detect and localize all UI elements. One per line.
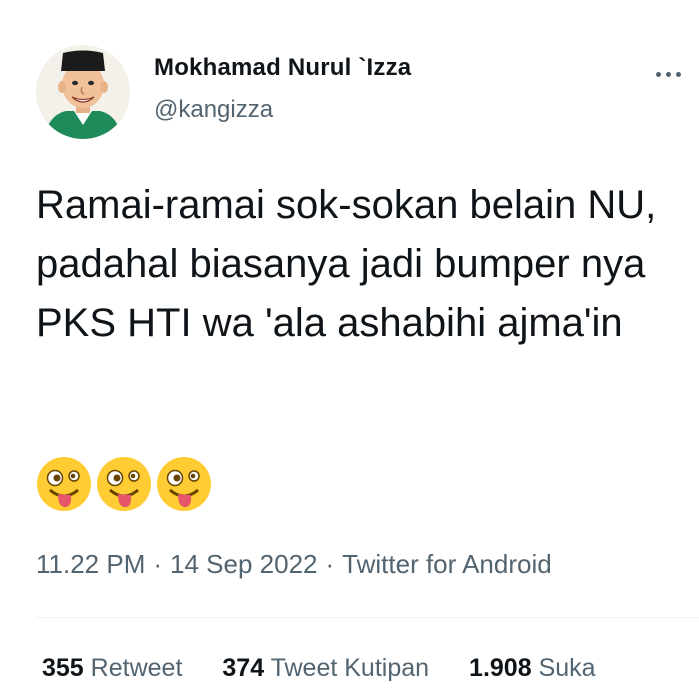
engagement-stats: 355 Retweet 374 Tweet Kutipan 1.908 Suka — [42, 654, 636, 683]
retweets-count: 355 — [42, 654, 84, 682]
tweet-date[interactable]: 14 Sep 2022 — [170, 549, 317, 579]
user-handle[interactable]: @kangizza — [154, 96, 273, 124]
retweets-label: Retweet — [90, 654, 183, 682]
emoji-row — [36, 456, 212, 512]
profile-avatar[interactable] — [36, 45, 130, 139]
retweets-stat[interactable]: 355 Retweet — [42, 654, 182, 683]
dot — [655, 71, 661, 77]
quote-tweets-count: 374 — [222, 654, 265, 682]
dot — [665, 71, 671, 77]
zany-face-emoji-icon — [157, 457, 211, 511]
tweet-source[interactable]: Twitter for Android — [342, 549, 552, 579]
cartoon-avatar-icon — [36, 45, 130, 139]
display-name[interactable]: Mokhamad Nurul `Izza — [154, 54, 411, 82]
tweet-text: Ramai-ramai sok-sokan belain NU, padahal… — [36, 183, 657, 345]
divider — [36, 617, 699, 618]
tweet-time[interactable]: 11.22 PM — [36, 549, 145, 579]
likes-label: Suka — [538, 654, 596, 682]
zany-face-emoji-icon — [97, 457, 151, 511]
zany-face-emoji-icon — [37, 457, 91, 511]
quote-tweets-stat[interactable]: 374 Tweet Kutipan — [222, 654, 429, 683]
more-dots-icon[interactable] — [648, 64, 688, 84]
tweet-metadata: 11.22 PM · 14 Sep 2022 · Twitter for Android — [36, 549, 552, 580]
separator: · — [325, 549, 335, 579]
separator: · — [153, 549, 163, 579]
dot — [675, 71, 681, 77]
likes-stat[interactable]: 1.908 Suka — [469, 654, 596, 683]
quote-tweets-label: Tweet Kutipan — [270, 654, 430, 682]
likes-count: 1.908 — [469, 654, 532, 682]
